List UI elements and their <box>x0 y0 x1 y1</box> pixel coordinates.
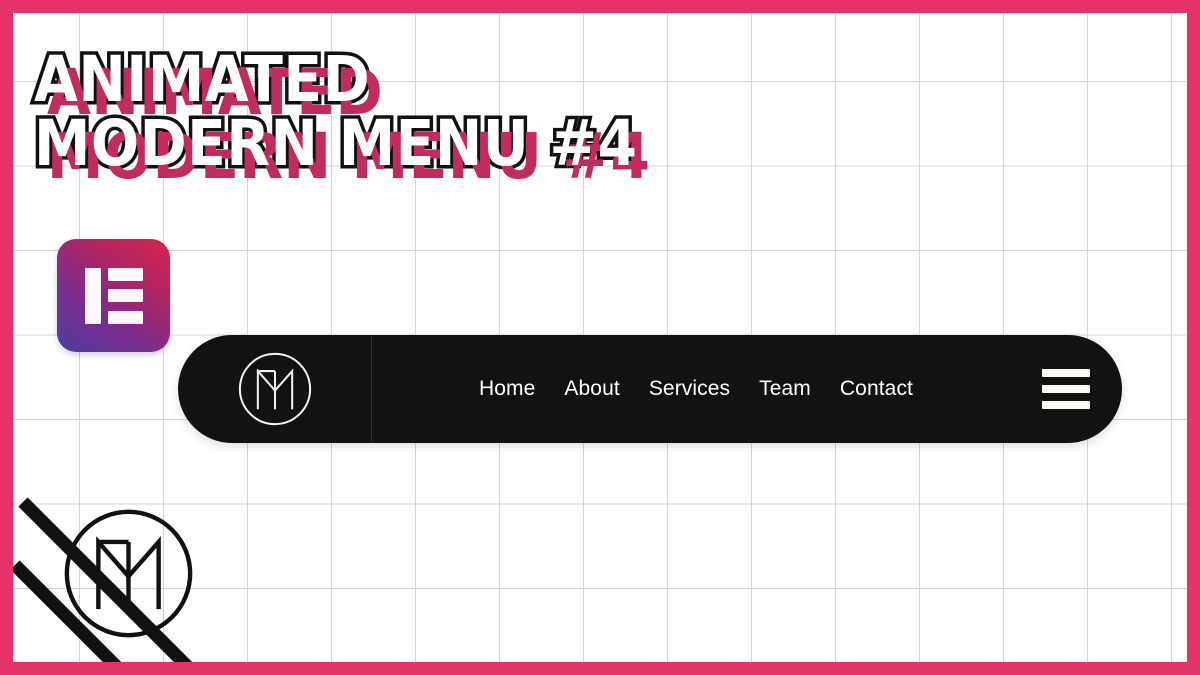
elementor-bar-3 <box>107 310 143 324</box>
nav-link-about[interactable]: About <box>564 377 619 401</box>
hamburger-bar-2 <box>1042 385 1090 393</box>
elementor-vertical-bar <box>84 267 101 324</box>
hamburger-bar-1 <box>1042 369 1090 377</box>
navbar-links: Home About Services Team Contact <box>372 377 1010 401</box>
headline: ANIMATED MODERN MENU #4 <box>30 43 640 181</box>
navigation-bar: Home About Services Team Contact <box>178 335 1122 443</box>
elementor-bar-1 <box>107 267 143 281</box>
nav-link-team[interactable]: Team <box>759 377 811 401</box>
nav-link-services[interactable]: Services <box>649 377 730 401</box>
navbar-logo[interactable] <box>178 350 371 428</box>
elementor-glyph <box>84 267 143 324</box>
canvas: ANIMATED MODERN MENU #4 Home About Servi… <box>13 13 1187 662</box>
brand-monogram-icon <box>60 505 197 642</box>
elementor-horizontal-bars <box>107 267 143 324</box>
nav-link-home[interactable]: Home <box>479 377 535 401</box>
headline-line-1: ANIMATED <box>30 43 373 116</box>
hamburger-bar-3 <box>1042 401 1090 409</box>
nav-link-contact[interactable]: Contact <box>840 377 913 401</box>
elementor-logo-icon <box>57 239 170 352</box>
hamburger-menu-icon[interactable] <box>1042 369 1090 409</box>
elementor-bar-2 <box>107 289 143 302</box>
headline-line-2: MODERN MENU #4 <box>30 107 640 181</box>
thumbnail-frame: ANIMATED MODERN MENU #4 Home About Servi… <box>0 0 1200 675</box>
hamburger-menu-button[interactable] <box>1010 369 1122 409</box>
